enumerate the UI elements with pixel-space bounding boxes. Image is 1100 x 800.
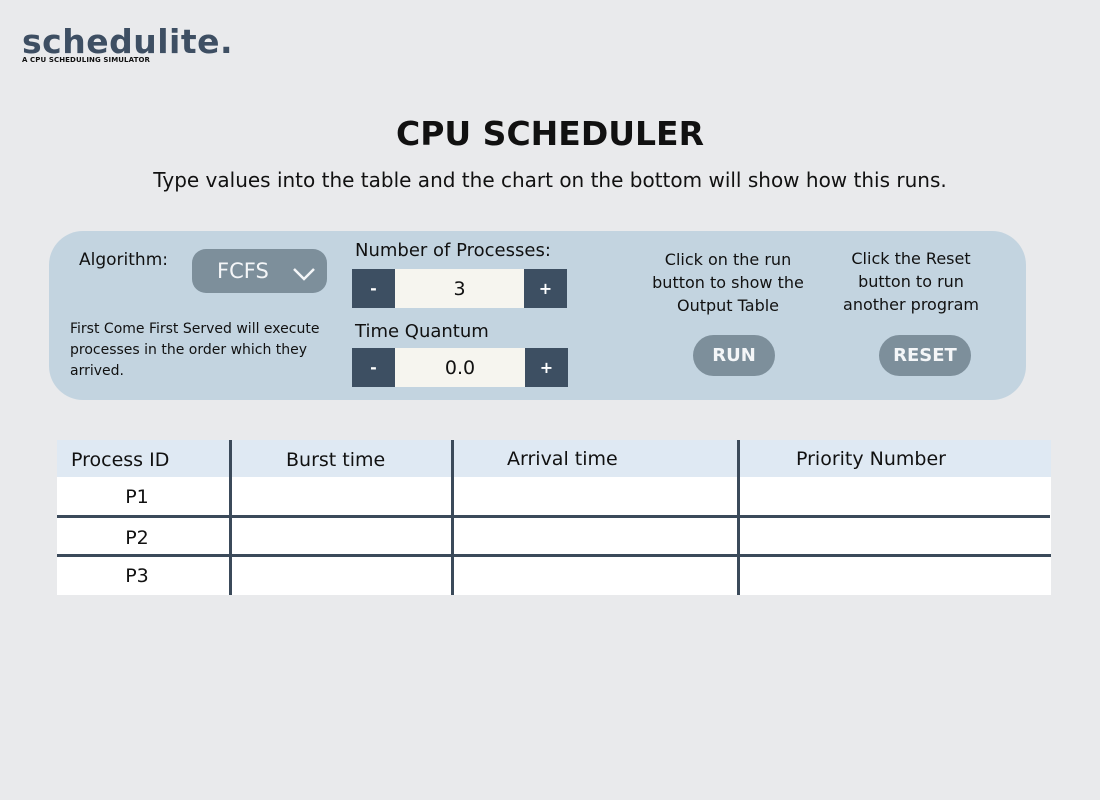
control-panel: Algorithm: FCFS First Come First Served … (49, 231, 1026, 400)
row-divider (57, 515, 1050, 518)
process-table: Process ID Burst time Arrival time Prior… (57, 440, 1051, 595)
page-title: CPU SCHEDULER (395, 114, 704, 153)
processes-decrement-button[interactable]: - (352, 269, 395, 308)
table-row: P2 (57, 517, 1051, 556)
algorithm-description: First Come First Served will execute pro… (70, 321, 320, 379)
processes-value[interactable]: 3 (395, 269, 524, 308)
chevron-down-icon (292, 263, 316, 287)
algorithm-dropdown[interactable]: FCFS (192, 249, 327, 293)
process-id-cell: P3 (125, 565, 149, 587)
brand-logo: schedulite. A CPU SCHEDULING SIMULATOR (22, 22, 233, 64)
reset-help-text: Click the Reset button to run another pr… (843, 249, 979, 314)
process-id-cell: P2 (125, 527, 149, 549)
row-divider (57, 554, 1051, 557)
arrival-time-input[interactable] (455, 517, 739, 556)
column-header-priority-number: Priority Number (796, 448, 946, 470)
priority-number-input[interactable] (741, 517, 1051, 556)
column-header-arrival-time: Arrival time (507, 448, 618, 470)
run-help-text: Click on the run button to show the Outp… (652, 250, 804, 315)
burst-time-input[interactable] (232, 556, 452, 595)
column-header-burst-time: Burst time (286, 449, 386, 471)
priority-number-input[interactable] (741, 477, 1051, 517)
time-quantum-label: Time Quantum (355, 321, 489, 342)
burst-time-input[interactable] (232, 517, 452, 556)
page-subtitle: Type values into the table and the chart… (153, 168, 947, 192)
processes-stepper: - 3 + (352, 269, 567, 308)
column-divider (451, 440, 454, 595)
time-quantum-increment-button[interactable]: + (525, 348, 568, 387)
column-divider (229, 440, 232, 595)
arrival-time-input[interactable] (455, 477, 739, 517)
arrival-time-input[interactable] (455, 556, 739, 595)
process-id-cell: P1 (125, 486, 149, 508)
algorithm-value: FCFS (217, 259, 269, 283)
priority-number-input[interactable] (741, 556, 1051, 595)
column-header-process-id: Process ID (71, 449, 170, 471)
time-quantum-stepper: - 0.0 + (352, 348, 568, 387)
processes-label: Number of Processes: (355, 240, 551, 261)
time-quantum-decrement-button[interactable]: - (352, 348, 395, 387)
table-row: P1 (57, 477, 1051, 517)
table-row: P3 (57, 556, 1051, 595)
time-quantum-value[interactable]: 0.0 (395, 348, 525, 387)
processes-increment-button[interactable]: + (524, 269, 567, 308)
table-header: Process ID Burst time Arrival time Prior… (57, 440, 1051, 477)
burst-time-input[interactable] (232, 477, 452, 517)
reset-button[interactable]: RESET (879, 335, 971, 376)
column-divider (737, 440, 740, 595)
run-button[interactable]: RUN (693, 335, 775, 376)
algorithm-label: Algorithm: (79, 250, 168, 270)
